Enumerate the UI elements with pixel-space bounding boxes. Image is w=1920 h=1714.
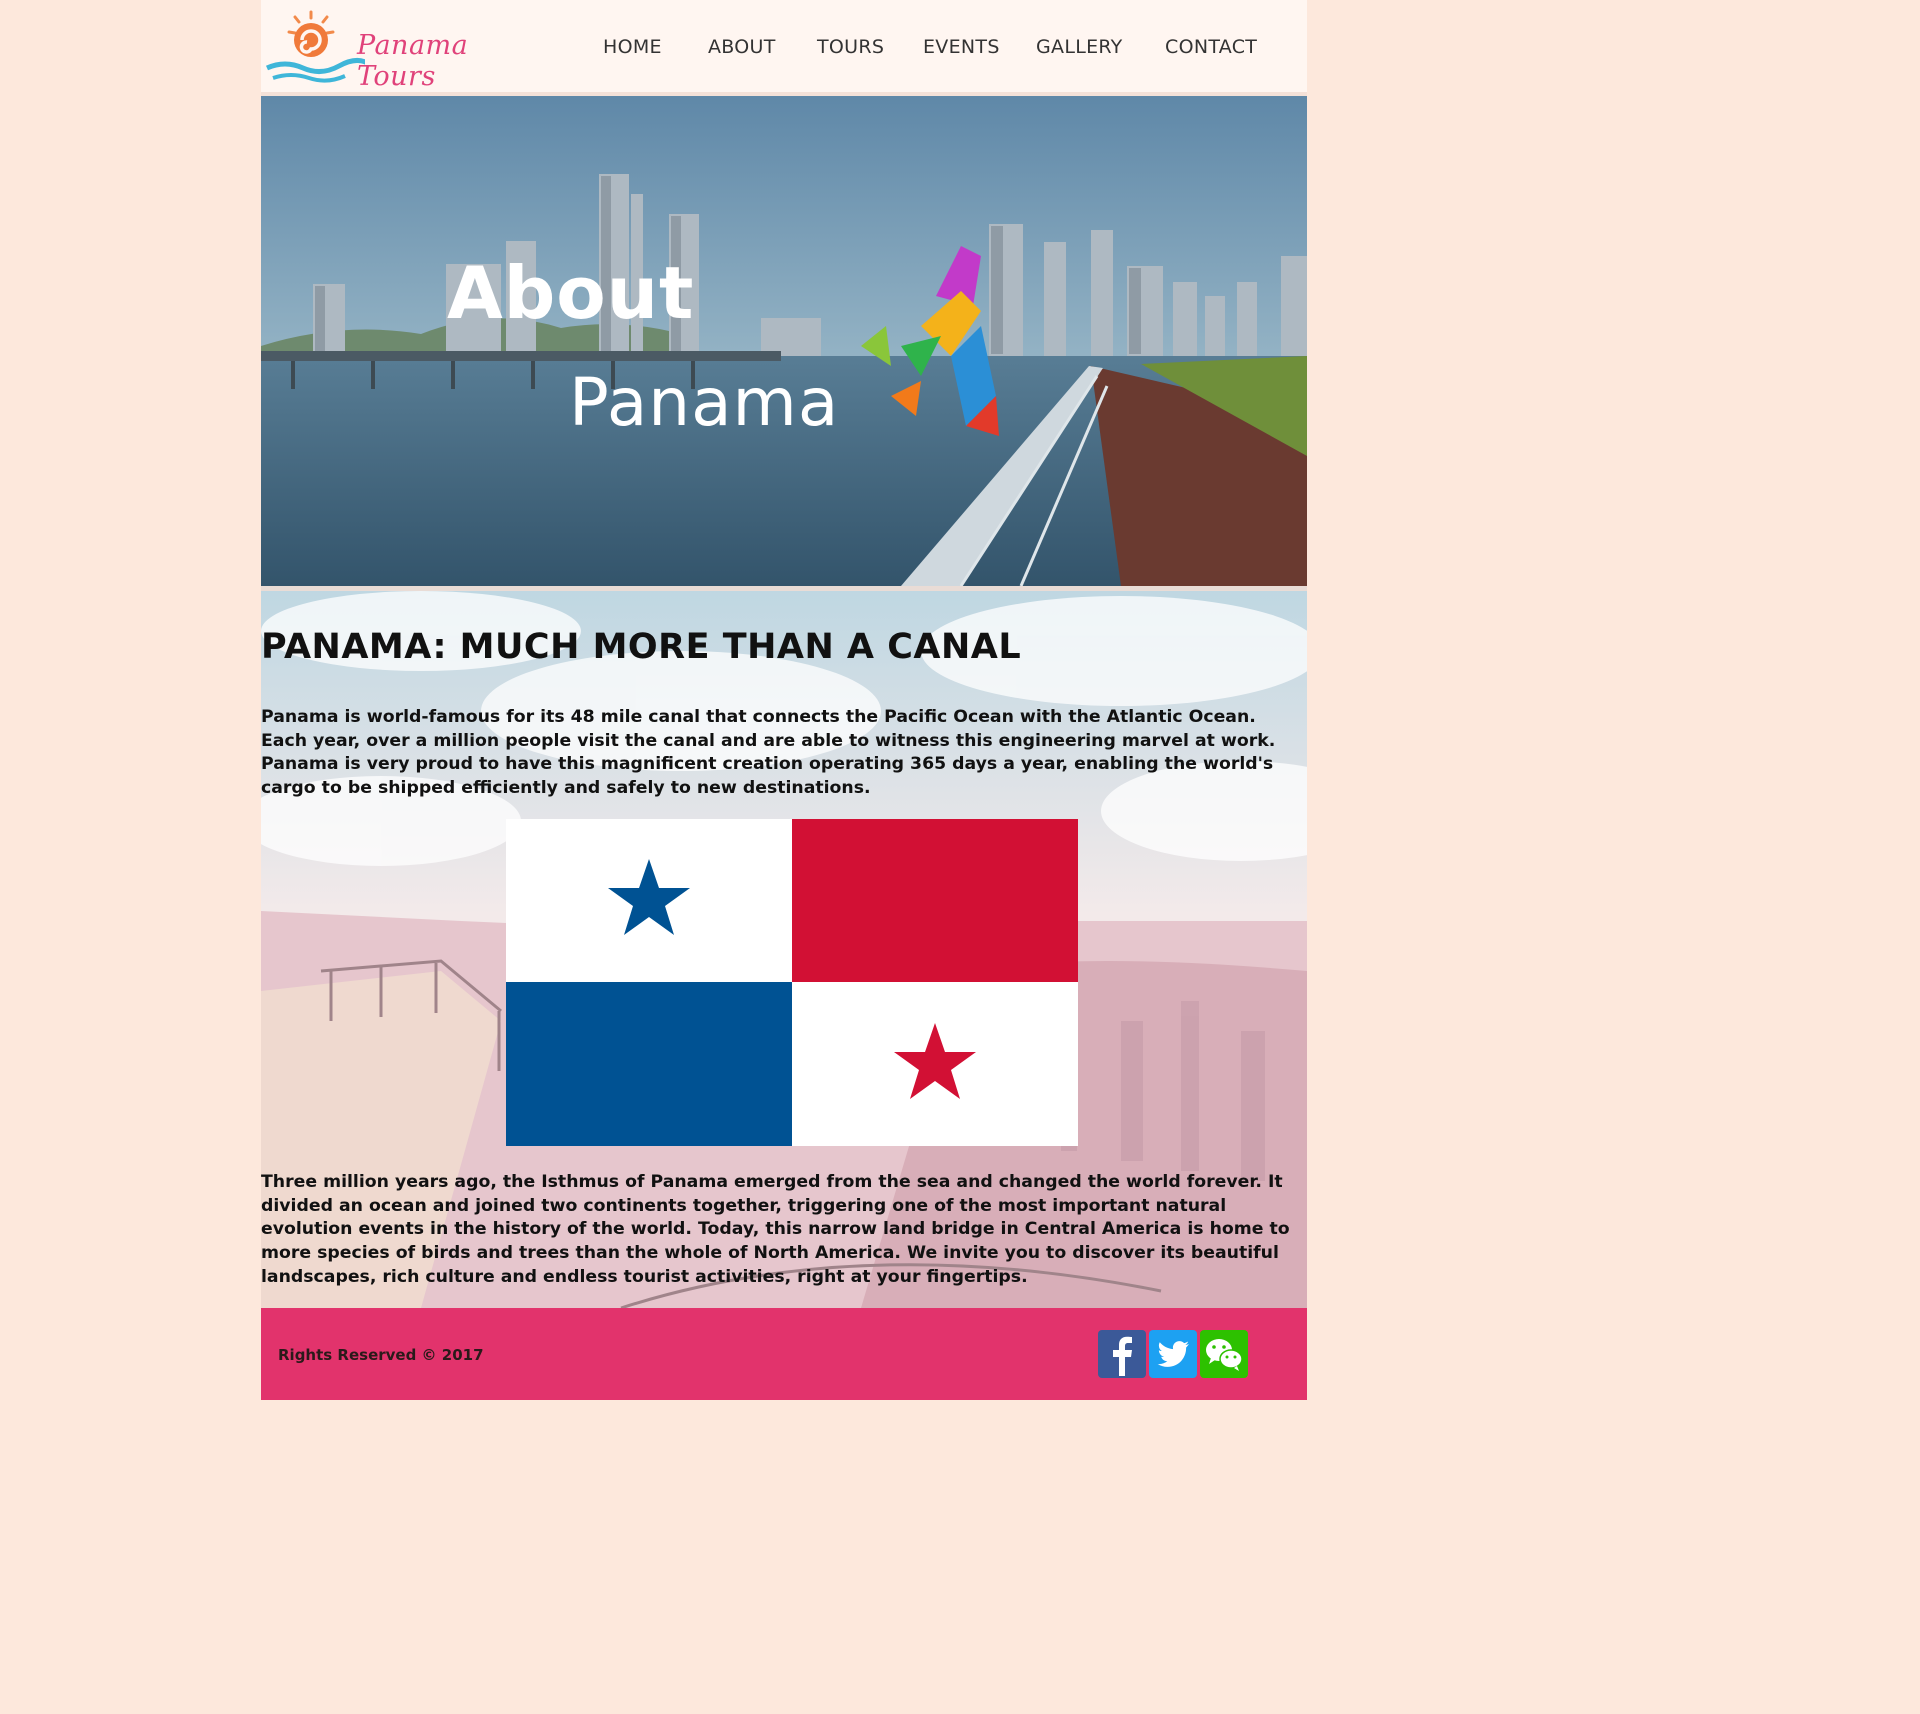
page: Panama Tours HOME ABOUT TOURS EVENTS GAL…: [261, 0, 1307, 1400]
facebook-link[interactable]: [1098, 1330, 1146, 1378]
section-heading: PANAMA: MUCH MORE THAN A CANAL: [261, 627, 1022, 667]
wechat-icon: [1206, 1339, 1243, 1371]
hero-title-about: About: [447, 251, 695, 335]
facebook-icon: [1113, 1336, 1132, 1376]
nav-tours[interactable]: TOURS: [817, 36, 884, 58]
twitter-icon: [1157, 1341, 1189, 1367]
history-paragraph: Three million years ago, the Isthmus of …: [261, 1172, 1290, 1287]
nav-contact[interactable]: CONTACT: [1165, 36, 1257, 58]
nav-events[interactable]: EVENTS: [923, 36, 1000, 58]
intro-paragraph: Panama is world-famous for its 48 mile c…: [261, 707, 1276, 799]
site-footer: Rights Reserved © 2017: [261, 1308, 1307, 1400]
panama-flag-image: [506, 819, 1078, 1146]
wechat-link[interactable]: [1200, 1330, 1248, 1378]
nav-gallery[interactable]: GALLERY: [1036, 36, 1123, 58]
city-skyline-image: [261, 96, 1307, 586]
main-nav: HOME ABOUT TOURS EVENTS GALLERY CONTACT: [261, 36, 1307, 62]
about-section: PANAMA: MUCH MORE THAN A CANAL Panama is…: [261, 591, 1307, 1308]
nav-home[interactable]: HOME: [603, 36, 662, 58]
copyright-text: Rights Reserved © 2017: [278, 1346, 484, 1364]
nav-about[interactable]: ABOUT: [708, 36, 776, 58]
twitter-link[interactable]: [1149, 1330, 1197, 1378]
hero-title-panama: Panama: [569, 364, 840, 441]
hero-banner: About Panama: [261, 96, 1307, 586]
site-header: Panama Tours HOME ABOUT TOURS EVENTS GAL…: [261, 0, 1307, 92]
